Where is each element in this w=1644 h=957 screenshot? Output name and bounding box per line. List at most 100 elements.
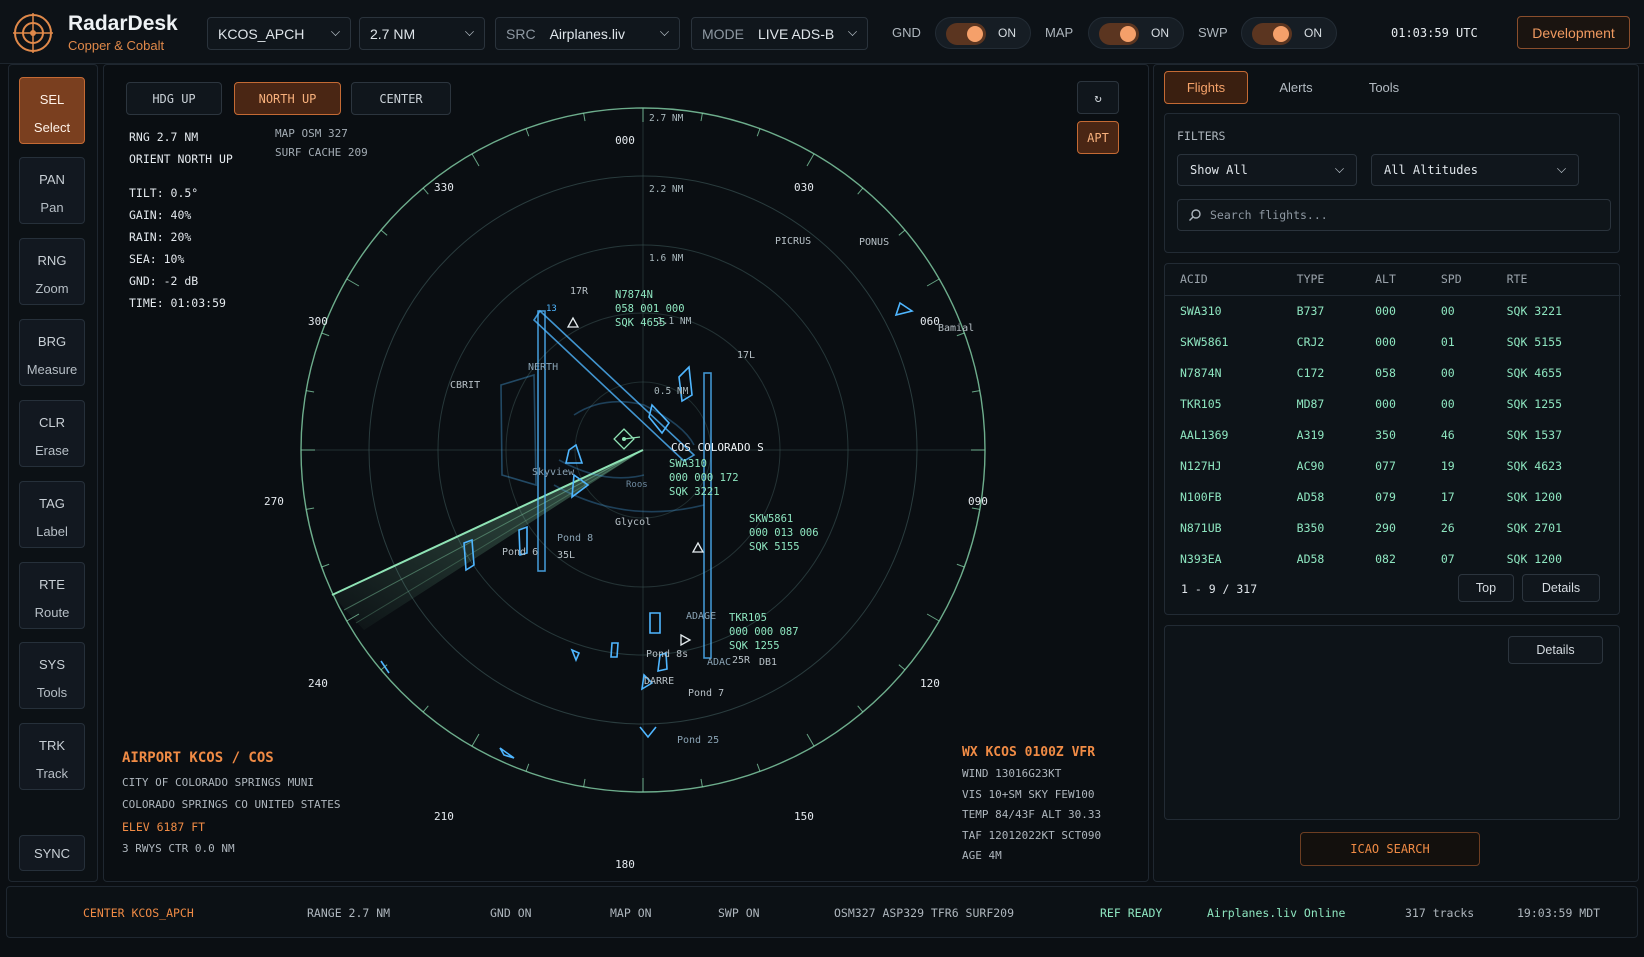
runway-17r-35l xyxy=(537,310,546,572)
rte-cell: SQK 5155 xyxy=(1506,334,1562,349)
bearing-tick xyxy=(926,278,940,287)
col-rte[interactable]: RTE xyxy=(1491,264,1621,296)
tool-measure[interactable]: BRG Measure xyxy=(19,319,85,386)
pagination: 1 - 9 / 317 xyxy=(1181,582,1258,596)
bearing-tick xyxy=(422,187,429,195)
rte-cell: SQK 4655 xyxy=(1506,365,1562,380)
bearing-tick xyxy=(806,733,815,747)
details-button-secondary[interactable]: Details xyxy=(1508,636,1603,664)
target-tkr105-icon[interactable] xyxy=(680,633,692,647)
top-button[interactable]: Top xyxy=(1458,574,1514,602)
bearing-tick xyxy=(700,113,703,122)
rte-cell: SQK 1255 xyxy=(1506,396,1562,411)
flights-panel: Flights Alerts Tools FILTERS Show All Al… xyxy=(1153,64,1639,882)
facility-dropdown[interactable]: KCOS_APCH xyxy=(207,17,351,50)
tool-name: Zoom xyxy=(35,281,69,296)
target-skw5861-icon[interactable] xyxy=(691,541,705,553)
toggle-knob xyxy=(946,23,986,45)
acid-cell: AAL1369 xyxy=(1180,427,1229,442)
table-row[interactable]: N871UB B350 290 26 SQK 2701 xyxy=(1165,512,1621,543)
radar-logo-icon xyxy=(13,13,53,53)
col-acid[interactable]: ACID xyxy=(1165,264,1282,296)
spd-cell: 01 xyxy=(1440,334,1455,349)
show-filter-dropdown[interactable]: Show All xyxy=(1177,154,1357,186)
app-subtitle: Copper & Cobalt xyxy=(68,38,165,53)
tool-code: SYS xyxy=(38,657,65,672)
tool-pan[interactable]: PAN Pan xyxy=(19,157,85,224)
table-row[interactable]: TKR105 MD87 000 00 SQK 1255 xyxy=(1165,388,1621,419)
chevron-down-icon xyxy=(1335,164,1344,173)
bearing-tick xyxy=(306,390,315,393)
airport-name: CITY OF COLORADO SPRINGS MUNI xyxy=(122,776,315,789)
range-dropdown[interactable]: 2.7 NM xyxy=(359,17,485,50)
bearing-tick xyxy=(321,563,330,568)
tool-select[interactable]: SEL Select xyxy=(19,77,85,144)
chevron-down-icon xyxy=(660,27,669,36)
airport-runways: 3 RWYS CTR 0.0 NM xyxy=(122,842,235,855)
tab-tools[interactable]: Tools xyxy=(1342,71,1426,104)
airport-title: AIRPORT KCOS / COS xyxy=(122,750,274,766)
bearing-tick xyxy=(422,705,429,713)
weather-info: WX KCOS 0100Z VFR WIND 13016G23KT VIS 10… xyxy=(962,745,1101,867)
acid-cell: TKR105 xyxy=(1180,396,1222,411)
tool-route[interactable]: RTE Route xyxy=(19,562,85,629)
tool-tools[interactable]: SYS Tools xyxy=(19,642,85,709)
search-input[interactable] xyxy=(1210,208,1590,222)
bearing-tick xyxy=(583,113,586,122)
map-toggle[interactable]: ON xyxy=(1088,17,1184,49)
table-row[interactable]: SWA310 B737 000 00 SQK 3221 xyxy=(1165,295,1621,326)
status-bar: CENTER KCOS_APCH RANGE 2.7 NM GND ON MAP… xyxy=(6,886,1638,938)
table-row[interactable]: N100FB AD58 079 17 SQK 1200 xyxy=(1165,481,1621,512)
col-alt[interactable]: ALT xyxy=(1360,264,1426,296)
spd-cell: 26 xyxy=(1440,520,1455,535)
tool-code: RNG xyxy=(37,253,67,268)
tab-flights[interactable]: Flights xyxy=(1164,71,1248,104)
status-map: MAP ON xyxy=(610,906,652,920)
altitude-filter-dropdown[interactable]: All Altitudes xyxy=(1371,154,1579,186)
show-filter-value: Show All xyxy=(1190,163,1248,177)
source-dropdown[interactable]: SRC Airplanes.liv xyxy=(495,17,680,50)
sync-button[interactable]: SYNC xyxy=(19,835,85,871)
table-row[interactable]: N393EA AD58 082 07 SQK 1200 xyxy=(1165,543,1621,574)
rte-cell: SQK 3221 xyxy=(1506,303,1562,318)
tab-alerts[interactable]: Alerts xyxy=(1254,71,1338,104)
acid-cell: N393EA xyxy=(1180,551,1222,566)
mode-value: LIVE ADS-B xyxy=(758,25,835,42)
type-cell: B350 xyxy=(1296,520,1325,535)
acid-cell: N127HJ xyxy=(1180,458,1222,473)
tool-erase[interactable]: CLR Erase xyxy=(19,400,85,467)
table-row[interactable]: AAL1369 A319 350 46 SQK 1537 xyxy=(1165,419,1621,450)
airport-location: COLORADO SPRINGS CO UNITED STATES xyxy=(122,798,341,811)
alt-cell: 350 xyxy=(1375,427,1396,442)
type-cell: AD58 xyxy=(1296,551,1325,566)
radar-display[interactable]: HDG UP NORTH UP CENTER ↻ APT RNG 2.7 NM … xyxy=(103,64,1149,882)
flights-table: ACID TYPE ALT SPD RTE SWA310 B737 000 00 SQK… xyxy=(1165,264,1621,574)
table-row[interactable]: N7874N C172 058 00 SQK 4655 xyxy=(1165,357,1621,388)
table-row[interactable]: SKW5861 CRJ2 000 01 SQK 5155 xyxy=(1165,326,1621,357)
pond-shape xyxy=(570,648,581,663)
pond-8s xyxy=(610,642,619,658)
adage-pond xyxy=(649,612,661,634)
tool-label[interactable]: TAG Label xyxy=(19,481,85,548)
tool-code: CLR xyxy=(38,415,65,430)
col-type[interactable]: TYPE xyxy=(1281,264,1361,296)
wx-taf: TAF 12012022KT SCT090 xyxy=(962,828,1102,842)
development-button[interactable]: Development xyxy=(1517,16,1630,49)
flights-table-box: ACID TYPE ALT SPD RTE SWA310 B737 000 00 SQK… xyxy=(1164,263,1621,615)
table-row[interactable]: N127HJ AC90 077 19 SQK 4623 xyxy=(1165,450,1621,481)
mode-dropdown[interactable]: MODE LIVE ADS-B xyxy=(691,17,868,50)
tool-code: BRG xyxy=(37,334,67,349)
col-spd[interactable]: SPD xyxy=(1425,264,1492,296)
wx-age: AGE 4M xyxy=(962,849,1002,862)
gnd-toggle[interactable]: ON xyxy=(935,17,1031,49)
source-value: Airplanes.liv xyxy=(549,25,626,42)
icao-search-button[interactable]: ICAO SEARCH xyxy=(1300,832,1480,866)
target-n7874n-icon[interactable] xyxy=(566,316,580,328)
tool-zoom[interactable]: RNG Zoom xyxy=(19,238,85,305)
alt-cell: 079 xyxy=(1375,489,1396,504)
search-field[interactable] xyxy=(1177,199,1611,231)
bearing-tick xyxy=(700,778,703,787)
details-button[interactable]: Details xyxy=(1522,574,1600,602)
tool-track[interactable]: TRK Track xyxy=(19,723,85,790)
swp-toggle[interactable]: ON xyxy=(1241,17,1337,49)
